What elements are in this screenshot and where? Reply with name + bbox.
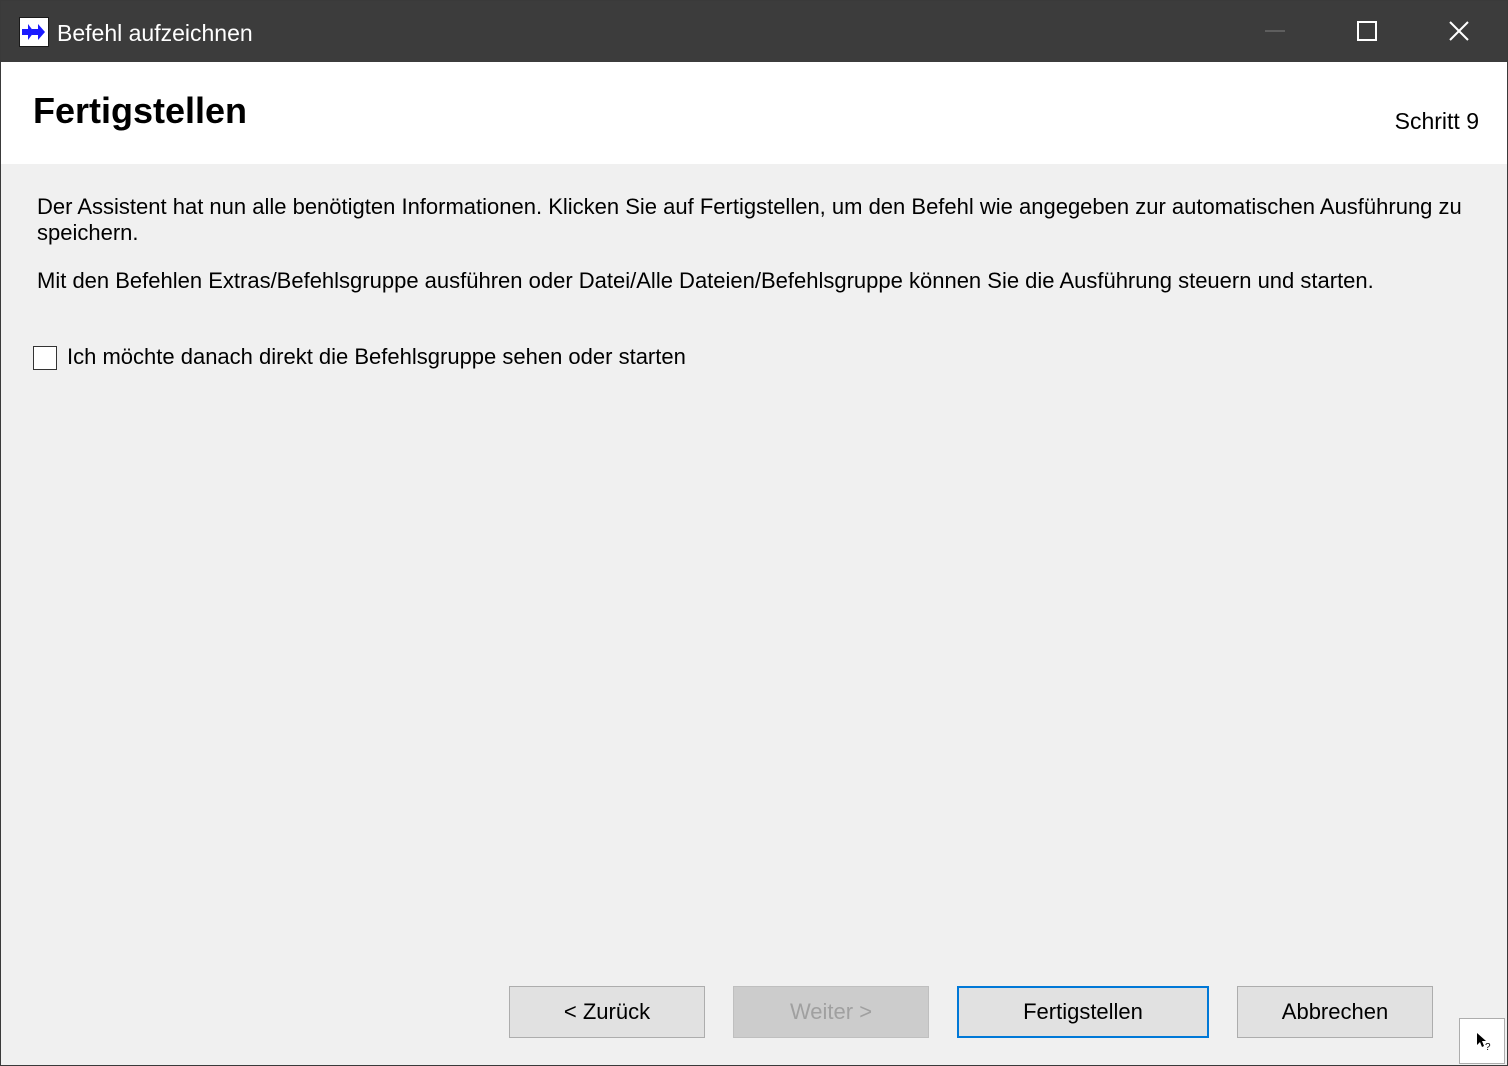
- step-label: Schritt 9: [1394, 108, 1479, 134]
- svg-text:?: ?: [1485, 1042, 1491, 1051]
- help-pointer-icon: ?: [1477, 1033, 1491, 1051]
- wizard-header: Fertigstellen Schritt 9: [1, 62, 1507, 164]
- cancel-button[interactable]: Abbrechen: [1237, 986, 1433, 1038]
- instruction-paragraph: Mit den Befehlen Extras/Befehlsgruppe au…: [37, 268, 1374, 293]
- wizard-window: Befehl aufzeichnen Fertigstellen Schritt…: [0, 0, 1508, 1066]
- page-title: Fertigstellen: [33, 90, 248, 131]
- help-button[interactable]: ?: [1459, 1018, 1505, 1064]
- minimize-icon: [1265, 30, 1285, 32]
- show-group-checkbox-label[interactable]: Ich möchte danach direkt die Befehlsgrup…: [67, 344, 686, 370]
- window-title: Befehl aufzeichnen: [57, 20, 253, 46]
- info-paragraph: Der Assistent hat nun alle benötigten In…: [37, 194, 1462, 245]
- wizard-content: Der Assistent hat nun alle benötigten In…: [1, 164, 1507, 1065]
- back-button[interactable]: < Zurück: [509, 986, 705, 1038]
- maximize-icon: [1357, 21, 1377, 41]
- finish-button[interactable]: Fertigstellen: [957, 986, 1209, 1038]
- double-arrow-icon: [19, 17, 49, 47]
- close-button[interactable]: [1413, 1, 1505, 62]
- next-button: Weiter >: [733, 986, 929, 1038]
- close-icon: [1449, 21, 1469, 41]
- maximize-button[interactable]: [1321, 1, 1413, 62]
- title-bar[interactable]: Befehl aufzeichnen: [1, 1, 1507, 62]
- minimize-button[interactable]: [1229, 1, 1321, 62]
- show-group-checkbox[interactable]: [33, 346, 57, 370]
